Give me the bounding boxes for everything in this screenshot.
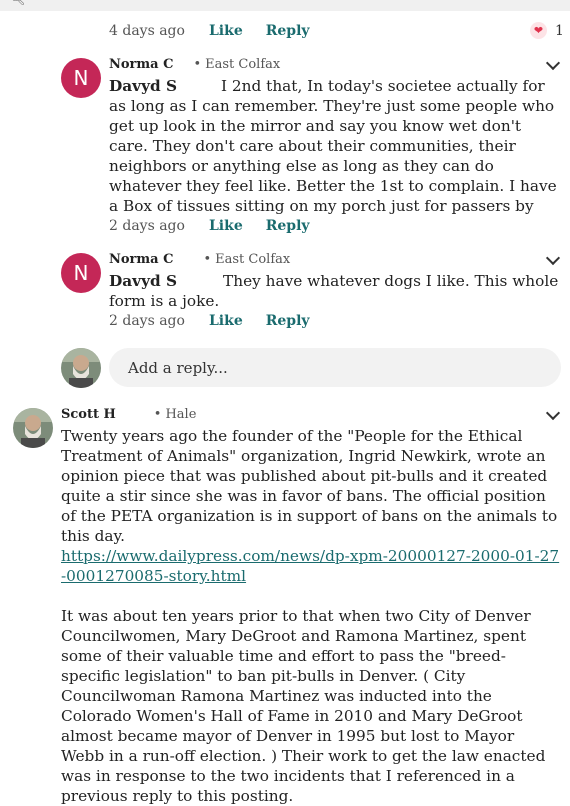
comment-body: Davyd S They have whatever dogs I like. T… (109, 271, 561, 311)
search-icon[interactable]: 🔍︎ (10, 0, 25, 6)
timestamp: 2 days ago (109, 313, 185, 329)
top-bar: 🔍︎ (0, 0, 570, 11)
comment-meta-row: 2 days ago Like Reply (109, 313, 310, 329)
avatar-initial: N (73, 261, 89, 285)
separator-dot: • (153, 407, 162, 422)
separator-dot: • (193, 57, 202, 72)
timestamp: 2 days ago (109, 218, 185, 234)
current-user-avatar (61, 348, 101, 388)
author-name[interactable]: Scott H (61, 407, 116, 422)
comment-paragraph: Twenty years ago the founder of the "Peo… (61, 427, 558, 545)
comment-paragraph: It was about ten years prior to that whe… (61, 607, 546, 805)
avatar[interactable]: N (61, 253, 101, 293)
author-location[interactable]: East Colfax (215, 252, 290, 267)
reaction-count: 1 (555, 22, 564, 39)
like-button[interactable]: Like (209, 218, 243, 234)
comment-body: Davyd SI 2nd that, In today's societee a… (109, 76, 561, 216)
reply-input-placeholder: Add a reply... (128, 358, 228, 377)
like-button[interactable]: Like (209, 23, 243, 39)
comment-meta-row: 2 days ago Like Reply (109, 218, 310, 234)
article-link[interactable]: https://www.dailypress.com/news/dp-xpm-2… (61, 547, 559, 585)
comment-body: Twenty years ago the founder of the "Peo… (61, 426, 561, 806)
reply-button[interactable]: Reply (266, 313, 310, 329)
comment-author-row: Scott H • Hale (61, 407, 196, 422)
avatar[interactable] (13, 408, 53, 448)
mention[interactable]: Davyd S (109, 272, 177, 290)
author-name[interactable]: Norma C (109, 252, 173, 267)
chevron-down-icon[interactable] (545, 55, 561, 71)
author-name[interactable]: Norma C (109, 57, 173, 72)
like-button[interactable]: Like (209, 313, 243, 329)
reply-button[interactable]: Reply (266, 23, 310, 39)
avatar-initial: N (73, 66, 89, 90)
timestamp: 4 days ago (109, 23, 185, 39)
comment-meta-row: 4 days ago Like Reply (109, 23, 310, 39)
comment-author-row: Norma C • East Colfax (109, 57, 280, 72)
reply-button[interactable]: Reply (266, 218, 310, 234)
reply-input[interactable]: Add a reply... (109, 348, 561, 387)
heart-icon: ❤ (530, 22, 547, 39)
author-location[interactable]: East Colfax (205, 57, 280, 72)
comment-author-row: Norma C • East Colfax (109, 252, 290, 267)
chevron-down-icon[interactable] (545, 405, 561, 421)
author-location[interactable]: Hale (165, 407, 196, 422)
chevron-down-icon[interactable] (545, 250, 561, 266)
reaction-counter[interactable]: ❤ 1 (530, 22, 564, 39)
comment-text: I 2nd that, In today's societee actually… (109, 77, 557, 215)
separator-dot: • (203, 252, 212, 267)
mention[interactable]: Davyd S (109, 77, 177, 95)
avatar[interactable]: N (61, 58, 101, 98)
